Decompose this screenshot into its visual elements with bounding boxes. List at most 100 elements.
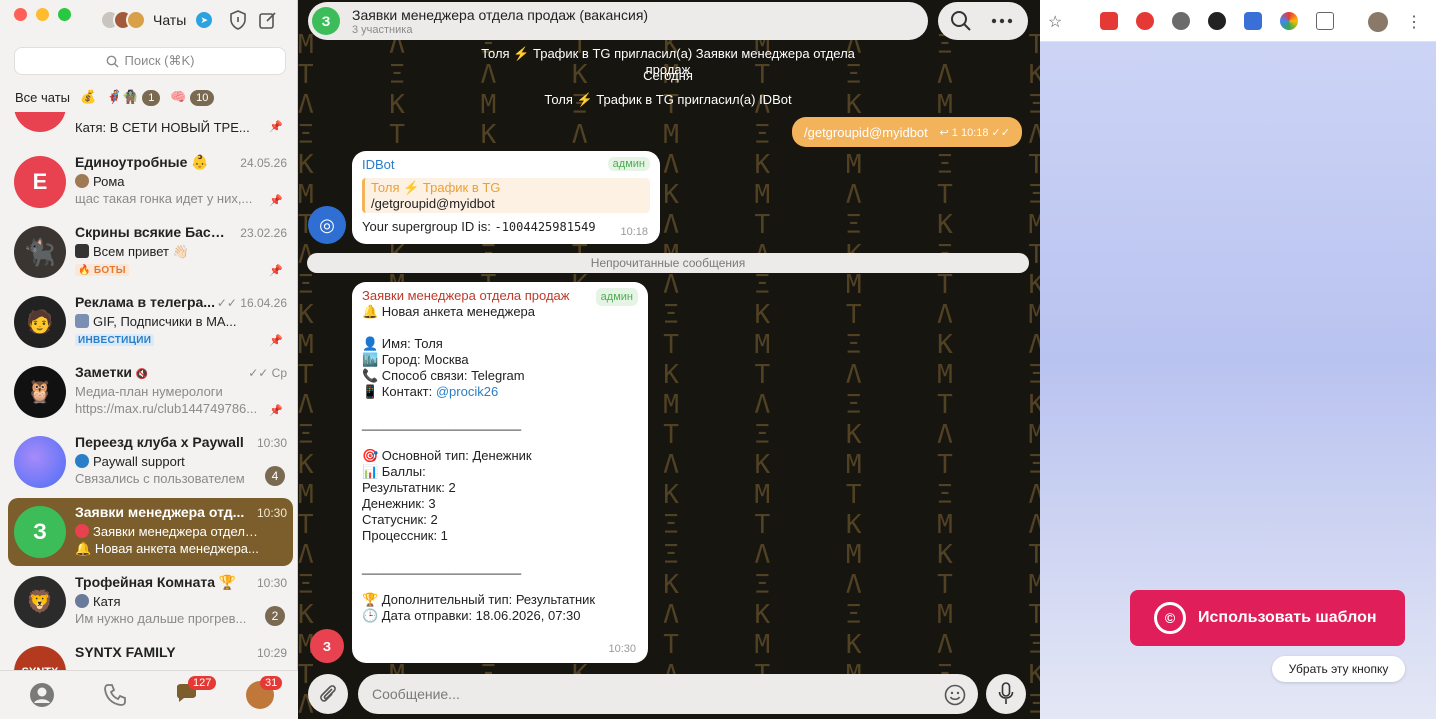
extension-color-icon[interactable] [1280,12,1298,30]
sender-avatar [75,594,89,608]
chat-item-pereezd[interactable]: Переезд клуба х Paywall 10:30 Paywall su… [8,428,293,496]
chat-time-value: Ср [271,366,287,380]
minimize-window-button[interactable] [36,8,49,21]
chat-preview: Связались с пользователем [75,471,245,486]
folder-tabs: Все чаты 💰 🦸🧌 1 🧠 10 [0,84,298,110]
chat-header[interactable]: З Заявки менеджера отдела продаж (ваканс… [308,2,928,40]
chat-item-reklama[interactable]: 🧑 Реклама в телегра... ✓✓ 16.04.26 GIF, … [8,288,293,356]
unread-count: 2 [265,606,285,626]
use-template-button[interactable]: © Использовать шаблон [1130,590,1405,646]
chat-preview: Им нужно дальше прогрев... [75,611,247,626]
form-message[interactable]: Заявки менеджера отдела продаж админ 🔔 Н… [352,282,648,663]
sender-avatar[interactable]: З [310,629,344,663]
chat-item-top[interactable]: Катя: В СЕТИ НОВЫЙ ТРЕ... 📌 [8,112,293,140]
chat-name: Трофейная Комната 🏆 [75,574,237,590]
message-sender[interactable]: IDBot [362,157,650,172]
browser-profile-avatar[interactable] [1368,12,1388,32]
muted-icon: 🔇 [135,369,149,380]
extension-4-icon[interactable] [1208,12,1226,30]
system-message-invite-bot: Толя ⚡ Трафик в TG пригласил(а) IDBot [544,92,792,107]
form-line: 🎯 Основной тип: Денежник [362,448,532,463]
extension-3-icon[interactable] [1172,12,1190,30]
chat-item-zayavki[interactable]: З Заявки менеджера отд... 10:30 Заявки м… [8,498,293,566]
browser-menu-icon[interactable]: ⋮ [1406,12,1424,31]
voice-button[interactable] [986,674,1026,714]
contacts-icon[interactable] [28,681,56,709]
chat-time: 10:29 [256,646,287,660]
bot-message[interactable]: IDBot админ Толя ⚡ Трафик в TG /getgroup… [352,151,660,244]
search-icon [106,55,119,67]
chat-item-zametki[interactable]: 🦉 Заметки 🔇 ✓✓ Ср Медиа-план нумерологи … [8,358,293,426]
emoji-icon[interactable] [944,684,966,706]
form-line: Статусник: 2 [362,512,438,527]
chats-header[interactable]: Чаты ➤ [100,8,213,32]
profile-badge: 31 [260,676,283,690]
chat-sender-name: Заявки менеджера отдела п... [93,524,265,539]
close-window-button[interactable] [14,8,27,21]
form-line: 📞 Способ связи: Telegram [362,368,525,383]
contact-link[interactable]: @procik26 [436,384,498,399]
form-line [362,432,638,448]
bot-message-prefix: Your supergroup ID is: [362,219,495,234]
chat-item-skriny[interactable]: 🐈‍⬛ Скрины всякие Бася... 23.02.26 Всем … [8,218,293,286]
chat-item-syntx[interactable]: SYNTX SYNTX FAMILY 10:29 [8,638,293,670]
group-id-value[interactable]: -1004425981549 [494,220,595,234]
form-line: ______________________ [362,416,522,431]
chat-area: M Λ Ξ T K M Λ Ξ T K M Λ Ξ T K T Ξ Λ K M … [298,0,1040,719]
attach-button[interactable] [308,674,348,714]
telegram-icon: ➤ [196,12,213,28]
chat-item-edinoutrobnye[interactable]: Е Единоутробные 👶 24.05.26 Рома щас така… [8,148,293,216]
chat-name: Скрины всякие Бася... [75,224,225,240]
more-icon[interactable] [990,10,1014,32]
form-line: Денежник: 3 [362,496,436,511]
form-line: ______________________ [362,560,522,575]
form-line: 👤 Имя: Толя [362,336,443,351]
chats-title: Чаты [153,12,187,28]
sender-avatar [75,244,89,258]
compose-icon[interactable] [258,10,278,30]
phone-icon[interactable] [101,681,129,709]
outgoing-message-meta: ↩ 1 10:18 ✓✓ [939,126,1010,139]
search-icon[interactable] [950,10,972,32]
pin-icon: 📌 [269,121,283,133]
folder-brain-count: 10 [190,90,215,106]
chat-sender: Paywall support [75,454,265,469]
search-input[interactable]: Поиск (⌘K) [14,47,286,75]
sender-avatar [75,174,89,188]
extension-shield-icon[interactable] [1136,12,1154,30]
quote-author: Толя ⚡ Трафик в TG [371,180,501,195]
zoom-window-button[interactable] [58,8,71,21]
chat-sender-name: Paywall support [93,454,185,469]
chat-list: Катя: В СЕТИ НОВЫЙ ТРЕ... 📌 Е Единоутроб… [0,112,298,670]
folder-money[interactable]: 💰 [80,89,96,105]
use-template-label: Использовать шаблон [1198,609,1377,626]
folder-heroes[interactable]: 🦸🧌 1 [106,89,161,106]
chat-preview: Катя: В СЕТИ НОВЫЙ ТРЕ... [75,120,250,135]
chat-time: ✓✓ Ср [248,366,287,380]
chats-tab[interactable]: 127 [174,676,217,709]
folder-brain[interactable]: 🧠 10 [170,89,215,106]
folder-all-chats[interactable]: Все чаты [15,90,70,105]
bot-avatar[interactable]: ◎ [308,206,346,244]
sidebar-bottom-bar: 127 31 [0,670,298,719]
profile-tab[interactable]: 31 [246,676,283,709]
extension-youtube-icon[interactable] [1100,12,1118,30]
chat-preview: GIF, Подписчики в МА... [75,314,265,329]
microphone-icon [998,682,1014,704]
remove-button[interactable]: Убрать эту кнопку [1272,656,1405,682]
chat-item-trofeynaya[interactable]: 🦁 Трофейная Комната 🏆 10:30 Катя Им нужн… [8,568,293,636]
chat-preview-text: Всем привет 👋🏻 [93,244,189,259]
chat-preview-text: Новая анкета менеджера... [94,541,259,556]
chat-name: SYNTX FAMILY [75,644,176,660]
story-avatars[interactable] [100,10,146,30]
extension-iq-icon[interactable] [1244,12,1262,30]
pin-icon: 📌 [269,265,283,277]
extensions-puzzle-icon[interactable] [1316,12,1334,30]
outgoing-message[interactable]: /getgroupid@myidbot ↩ 1 10:18 ✓✓ [792,117,1022,147]
shield-icon[interactable] [229,10,247,30]
message-input[interactable] [358,674,978,714]
chat-avatar: 🧑 [14,296,66,348]
reply-quote[interactable]: Толя ⚡ Трафик в TG /getgroupid@myidbot [362,178,650,213]
read-check-icon: ✓✓ [216,296,241,310]
bookmark-star-icon[interactable]: ☆ [1048,12,1066,31]
